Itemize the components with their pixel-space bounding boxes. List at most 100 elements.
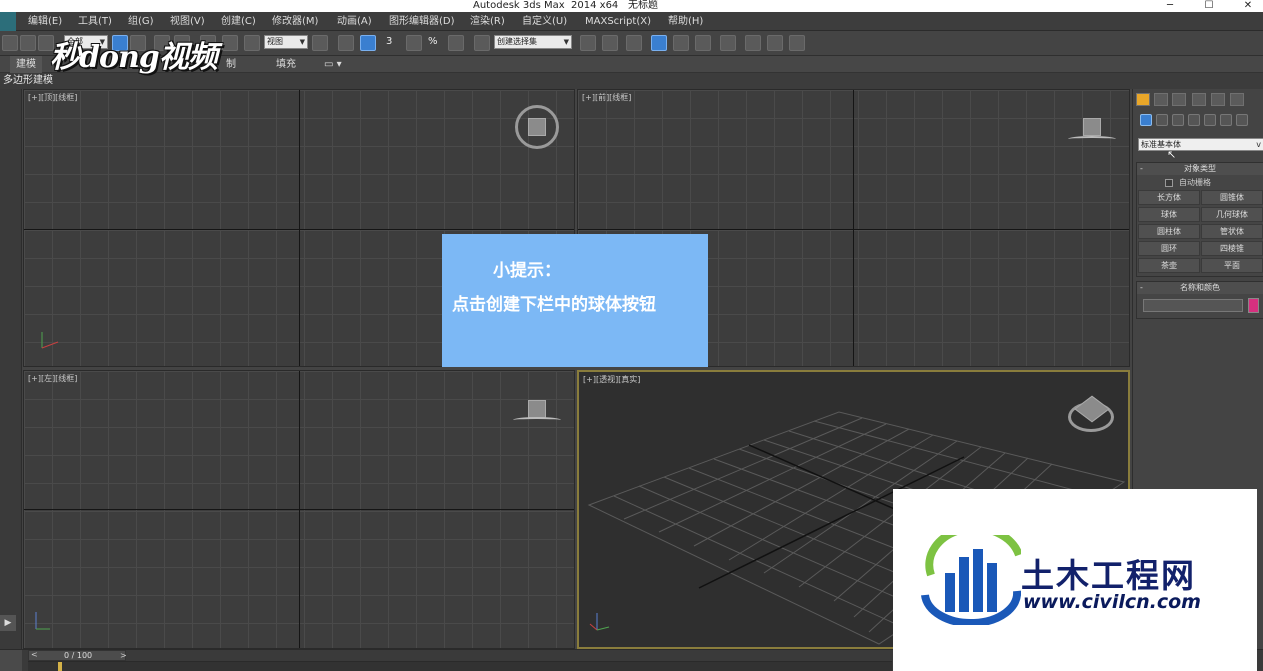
app-menu-icon[interactable] xyxy=(0,12,16,31)
maximize-button[interactable]: ☐ xyxy=(1199,0,1219,12)
viewport-left[interactable]: [+][左][线框] xyxy=(23,370,575,649)
next-frame-button[interactable]: > xyxy=(120,650,127,661)
motion-tab-icon[interactable] xyxy=(1192,93,1206,106)
utilities-tab-icon[interactable] xyxy=(1230,93,1244,106)
document-title: 无标题 xyxy=(628,0,658,11)
viewport-label[interactable]: [+][左][线框] xyxy=(28,373,77,384)
close-button[interactable]: ✕ xyxy=(1238,0,1258,12)
tube-button[interactable]: 管状体 xyxy=(1201,224,1263,239)
layer-manager-icon[interactable] xyxy=(626,35,642,51)
object-name-input[interactable] xyxy=(1143,299,1243,312)
angle-snap-icon[interactable] xyxy=(406,35,422,51)
autogrid-checkbox[interactable] xyxy=(1165,179,1173,187)
primitive-category-dropdown[interactable]: 标准基本体 xyxy=(1138,138,1263,151)
hierarchy-tab-icon[interactable] xyxy=(1172,93,1186,106)
tab-object-paint[interactable]: 制 xyxy=(220,56,242,73)
menu-customize[interactable]: 自定义(U) xyxy=(522,12,567,31)
viewport-label[interactable]: [+][前][线框] xyxy=(582,92,631,103)
axis-tripod-icon xyxy=(35,612,50,630)
systems-icon[interactable] xyxy=(1236,114,1248,126)
named-selection-dropdown[interactable]: 创建选择集 xyxy=(494,35,572,49)
menu-graph-editors[interactable]: 图形编辑器(D) xyxy=(389,12,455,31)
menu-animation[interactable]: 动画(A) xyxy=(337,12,372,31)
align-icon[interactable] xyxy=(602,35,618,51)
menu-rendering[interactable]: 渲染(R) xyxy=(470,12,505,31)
menu-maxscript[interactable]: MAXScript(X) xyxy=(585,12,651,31)
prev-frame-button[interactable]: < xyxy=(31,650,38,659)
percent-snap-label[interactable]: % xyxy=(428,36,438,47)
viewcube-icon[interactable] xyxy=(528,118,546,136)
pivot-center-icon[interactable] xyxy=(312,35,328,51)
civilcn-url: www.civilcn.com xyxy=(1023,591,1201,613)
ribbon-options-icon[interactable]: ▭ ▾ xyxy=(318,56,348,73)
play-arrow-icon[interactable]: ▶ xyxy=(0,615,16,631)
pyramid-button[interactable]: 四棱锥 xyxy=(1201,241,1263,256)
tab-populate[interactable]: 填充 xyxy=(270,56,302,73)
select-rotate-icon[interactable] xyxy=(222,35,238,51)
select-scale-icon[interactable] xyxy=(244,35,260,51)
modify-tab-icon[interactable] xyxy=(1154,93,1168,106)
rendered-frame-icon[interactable] xyxy=(767,35,783,51)
polygon-modeling-label[interactable]: 多边形建模 xyxy=(3,73,53,88)
material-editor-icon[interactable] xyxy=(720,35,736,51)
select-manipulate-icon[interactable] xyxy=(338,35,354,51)
viewcube-icon[interactable] xyxy=(528,400,546,418)
civilcn-watermark: 土木工程网 www.civilcn.com xyxy=(893,489,1257,671)
edit-named-selection-icon[interactable] xyxy=(474,35,490,51)
curve-editor-icon[interactable] xyxy=(673,35,689,51)
menu-group[interactable]: 组(G) xyxy=(128,12,154,31)
axis-tripod-icon xyxy=(589,613,610,631)
cylinder-button[interactable]: 圆柱体 xyxy=(1138,224,1200,239)
viewcube-icon[interactable] xyxy=(1083,118,1101,136)
time-marker[interactable] xyxy=(58,662,62,671)
render-setup-icon[interactable] xyxy=(745,35,761,51)
cone-button[interactable]: 圆锥体 xyxy=(1201,190,1263,205)
civilcn-name: 土木工程网 xyxy=(1021,556,1196,595)
geometry-icon[interactable] xyxy=(1140,114,1152,126)
object-color-swatch[interactable] xyxy=(1248,298,1259,313)
unlink-icon[interactable] xyxy=(20,35,36,51)
tab-modeling[interactable]: 建模 xyxy=(10,56,42,73)
graphite-toggle-icon[interactable] xyxy=(651,35,667,51)
spinner-snap-icon[interactable] xyxy=(448,35,464,51)
menu-help[interactable]: 帮助(H) xyxy=(668,12,703,31)
object-type-header[interactable]: - 对象类型 xyxy=(1137,163,1263,175)
display-tab-icon[interactable] xyxy=(1211,93,1225,106)
snaps-toggle-label[interactable]: 3 xyxy=(386,36,392,47)
link-icon[interactable] xyxy=(2,35,18,51)
schematic-view-icon[interactable] xyxy=(695,35,711,51)
viewcube-ring xyxy=(1068,136,1116,142)
app-window: Autodesk 3ds Max 2014 x64 无标题 ─ ☐ ✕ 编辑(E… xyxy=(0,0,1263,671)
plane-button[interactable]: 平面 xyxy=(1201,258,1263,273)
tip-title: 小提示： xyxy=(493,261,561,281)
axis-tripod-icon xyxy=(41,332,59,349)
geosphere-button[interactable]: 几何球体 xyxy=(1201,207,1263,222)
render-production-icon[interactable] xyxy=(789,35,805,51)
app-title: Autodesk 3ds Max 2014 x64 xyxy=(473,0,619,11)
space-warps-icon[interactable] xyxy=(1220,114,1232,126)
ref-coord-dropdown[interactable]: 视图 xyxy=(264,35,308,49)
cameras-icon[interactable] xyxy=(1188,114,1200,126)
menu-modifiers[interactable]: 修改器(M) xyxy=(272,12,318,31)
sphere-button[interactable]: 球体 xyxy=(1138,207,1200,222)
lights-icon[interactable] xyxy=(1172,114,1184,126)
menu-edit[interactable]: 编辑(E) xyxy=(28,12,62,31)
mini-listener-icon[interactable] xyxy=(0,650,22,671)
menu-create[interactable]: 创建(C) xyxy=(221,12,256,31)
create-tab-icon[interactable] xyxy=(1136,93,1150,106)
viewport-label[interactable]: [+][顶][线框] xyxy=(28,92,77,103)
menu-tools[interactable]: 工具(T) xyxy=(78,12,112,31)
box-button[interactable]: 长方体 xyxy=(1138,190,1200,205)
helpers-icon[interactable] xyxy=(1204,114,1216,126)
torus-button[interactable]: 圆环 xyxy=(1138,241,1200,256)
menu-bar: 编辑(E) 工具(T) 组(G) 视图(V) 创建(C) 修改器(M) 动画(A… xyxy=(0,12,1263,31)
keyboard-shortcut-icon[interactable] xyxy=(360,35,376,51)
track-bar[interactable] xyxy=(28,661,892,671)
shapes-icon[interactable] xyxy=(1156,114,1168,126)
name-color-header[interactable]: - 名称和颜色 xyxy=(1137,282,1263,294)
minimize-button[interactable]: ─ xyxy=(1160,0,1180,12)
grid-axis-y xyxy=(853,90,854,366)
menu-views[interactable]: 视图(V) xyxy=(170,12,205,31)
teapot-button[interactable]: 茶壶 xyxy=(1138,258,1200,273)
mirror-icon[interactable] xyxy=(580,35,596,51)
